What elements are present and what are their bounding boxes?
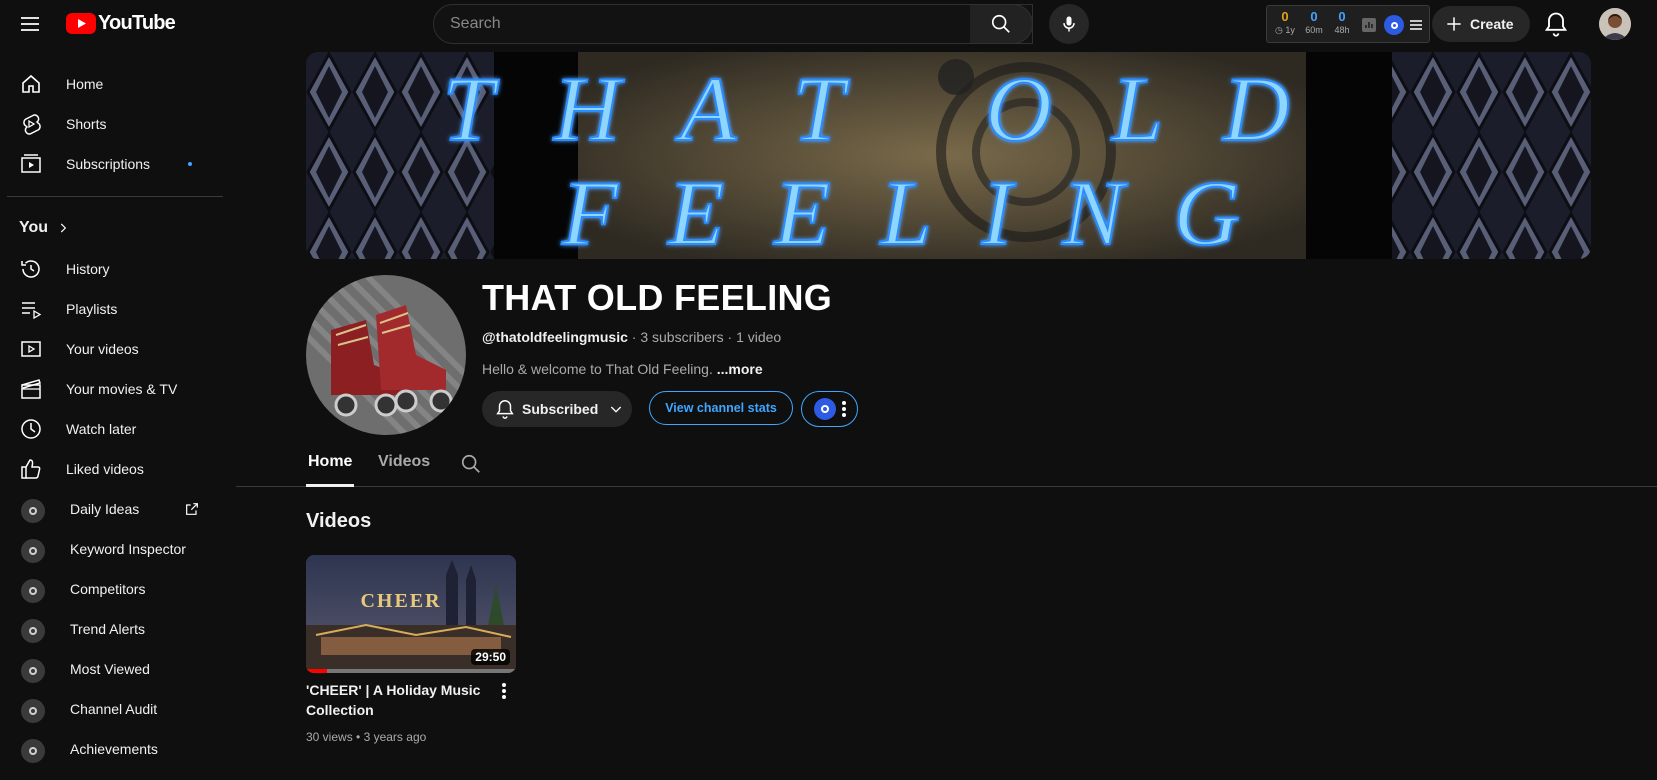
account-avatar[interactable] xyxy=(1599,8,1631,40)
search-input[interactable] xyxy=(434,5,970,43)
subscribed-button[interactable]: Subscribed xyxy=(482,391,632,427)
search-button[interactable] xyxy=(970,4,1033,44)
video-thumbnail[interactable]: CHEER 29:50 xyxy=(306,555,516,673)
create-button[interactable]: Create xyxy=(1432,6,1530,42)
vidiq-channel-menu-button[interactable] xyxy=(801,391,858,427)
channel-banner: THAT OLD FEELING xyxy=(306,52,1591,259)
sidebar-item-keyword-inspector[interactable]: Keyword Inspector xyxy=(8,529,216,569)
new-content-dot xyxy=(188,162,192,166)
youtube-play-icon xyxy=(66,13,96,34)
sidebar-item-home[interactable]: Home xyxy=(8,64,216,104)
hamburger-icon[interactable] xyxy=(1409,18,1423,32)
more-vert-icon xyxy=(842,401,846,417)
voice-search-button[interactable] xyxy=(1049,4,1089,44)
video-meta: 30 views • 3 years ago xyxy=(306,730,427,744)
search-box xyxy=(433,4,1033,44)
vidiq-icon xyxy=(21,619,45,643)
top-bar: YouTube 0 ◷ 1y 0 60m 0 48h Create xyxy=(0,0,1657,48)
vidiq-icon xyxy=(21,499,45,523)
channel-handle: @thatoldfeelingmusic xyxy=(482,329,628,345)
sidebar-item-liked-videos[interactable]: Liked videos xyxy=(8,449,216,489)
create-label: Create xyxy=(1470,16,1514,32)
playlists-icon xyxy=(22,302,42,320)
bell-icon xyxy=(496,400,514,419)
vidiq-logo-icon[interactable] xyxy=(1384,15,1404,35)
vidiq-icon xyxy=(21,579,45,603)
sidebar-item-achievements[interactable]: Achievements xyxy=(8,729,216,769)
sidebar-item-playlists[interactable]: Playlists xyxy=(8,289,216,329)
clock-icon xyxy=(21,419,41,439)
sidebar-item-channel-audit[interactable]: Channel Audit xyxy=(8,689,216,729)
thumbnail-text: CHEER xyxy=(360,590,441,612)
sidebar-item-most-viewed[interactable]: Most Viewed xyxy=(8,649,216,689)
movies-icon xyxy=(21,379,41,399)
sidebar-item-trend-alerts[interactable]: Trend Alerts xyxy=(8,609,216,649)
video-title[interactable]: 'CHEER' | A Holiday Music Collection xyxy=(306,680,486,720)
notifications-bell-icon[interactable] xyxy=(1542,10,1570,38)
chevron-right-icon xyxy=(60,223,67,233)
vidiq-stats-widget[interactable]: 0 ◷ 1y 0 60m 0 48h xyxy=(1266,5,1430,43)
subscriber-count: 3 subscribers xyxy=(640,329,724,345)
view-channel-stats-button[interactable]: View channel stats xyxy=(649,391,793,425)
sidebar-item-competitors[interactable]: Competitors xyxy=(8,569,216,609)
stat-48h: 0 48h xyxy=(1334,9,1350,36)
shorts-icon xyxy=(23,114,41,135)
clock-icon: ◷ xyxy=(1275,25,1283,35)
thumbs-up-icon xyxy=(21,459,41,479)
home-icon xyxy=(22,74,40,93)
your-videos-icon xyxy=(21,341,41,357)
sidebar-item-watch-later[interactable]: Watch later xyxy=(8,409,216,449)
active-tab-indicator xyxy=(306,484,354,487)
channel-avatar[interactable] xyxy=(306,275,466,435)
vidiq-icon xyxy=(21,659,45,683)
more-link[interactable]: ...more xyxy=(717,361,763,377)
search-icon[interactable] xyxy=(460,453,482,475)
vidiq-icon xyxy=(21,539,45,563)
menu-icon[interactable] xyxy=(18,12,42,36)
video-views: 30 views xyxy=(306,730,353,744)
bar-chart-icon[interactable] xyxy=(1361,17,1377,33)
watch-progress-bar xyxy=(306,669,516,673)
stat-60m: 0 60m xyxy=(1305,9,1323,36)
vidiq-icon xyxy=(21,699,45,723)
chevron-down-icon xyxy=(611,406,622,413)
tab-home[interactable]: Home xyxy=(308,453,352,471)
vidiq-logo-icon xyxy=(814,398,836,420)
stat-1y: 0 ◷ 1y xyxy=(1275,9,1295,36)
banner-title-line1: THAT OLD xyxy=(443,58,1350,160)
history-icon xyxy=(21,260,40,278)
video-duration: 29:50 xyxy=(471,649,510,665)
sidebar-item-subscriptions[interactable]: Subscriptions xyxy=(8,144,216,184)
sidebar-item-your-videos[interactable]: Your videos xyxy=(8,329,216,369)
subscribed-label: Subscribed xyxy=(522,401,599,417)
youtube-logo[interactable]: YouTube xyxy=(66,12,176,35)
sidebar-divider xyxy=(7,196,223,197)
tab-videos[interactable]: Videos xyxy=(378,453,430,471)
sidebar-item-history[interactable]: History xyxy=(8,249,216,289)
banner-title-line2: FEELING xyxy=(561,162,1290,259)
sidebar-you-header[interactable]: You xyxy=(19,219,70,237)
sidebar-item-shorts[interactable]: Shorts xyxy=(8,104,216,144)
video-age: 3 years ago xyxy=(363,730,427,744)
plus-icon xyxy=(1447,17,1461,31)
channel-tabs: Home Videos xyxy=(236,445,1657,487)
vidiq-icon xyxy=(21,739,45,763)
sidebar-item-daily-ideas[interactable]: Daily Ideas xyxy=(8,489,216,529)
logo-text: YouTube xyxy=(98,12,176,34)
channel-meta: @thatoldfeelingmusic · 3 subscribers · 1… xyxy=(482,329,782,345)
channel-description[interactable]: Hello & welcome to That Old Feeling. ...… xyxy=(482,361,763,377)
external-link-icon xyxy=(186,503,198,515)
sidebar: Home Shorts Subscriptions You History Pl… xyxy=(0,56,224,780)
subscriptions-icon xyxy=(21,154,41,173)
sidebar-item-movies-tv[interactable]: Your movies & TV xyxy=(8,369,216,409)
more-vert-icon[interactable] xyxy=(494,680,514,704)
section-title: Videos xyxy=(306,510,372,532)
microphone-icon xyxy=(1063,16,1075,32)
search-icon xyxy=(991,14,1010,33)
video-count: 1 video xyxy=(736,329,782,345)
channel-title: THAT OLD FEELING xyxy=(482,277,833,318)
